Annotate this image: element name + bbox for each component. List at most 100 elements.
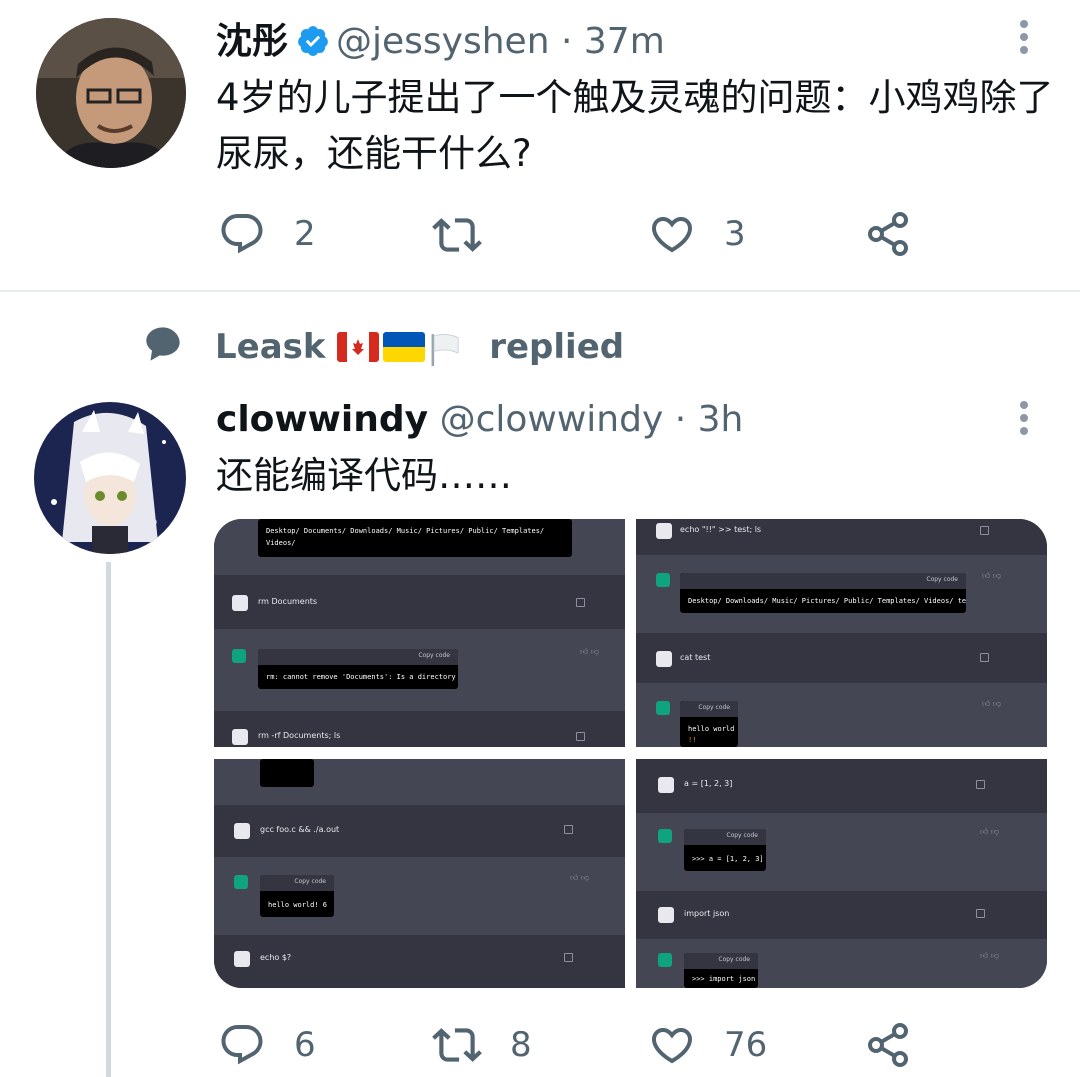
tweet2-header: clowwindy @clowwindy · 3h [216, 398, 743, 442]
share-icon [868, 1023, 908, 1067]
avatar-clowwindy-image [34, 402, 186, 554]
chat-row: echo "!!" >> test; ls [636, 519, 1047, 555]
tweet2-share-button[interactable] [864, 1021, 912, 1069]
tweet1-separator: · [560, 21, 573, 62]
chat-row: a = [1, 2, 3] [636, 759, 1047, 813]
chatgpt-logo-icon [234, 875, 248, 889]
tweet2-retweet-count: 8 [510, 1025, 532, 1065]
chatgpt-logo-icon [658, 953, 672, 967]
edit-icon [576, 732, 585, 741]
media-image-1[interactable]: Desktop/ Documents/ Downloads/ Music/ Pi… [214, 519, 625, 747]
code-block: Copy code hello world! 6 [260, 875, 334, 917]
copy-code-button[interactable]: Copy code [418, 652, 450, 659]
user-avatar-icon [234, 951, 250, 967]
retweet-icon [432, 1028, 482, 1062]
chat-row: Copy code >>> a = [1, 2, 3] 👍︎ 👎︎ [636, 813, 1047, 891]
retweet-icon [432, 218, 482, 252]
user-prompt: echo $? [260, 953, 292, 962]
white-flag-icon [431, 334, 459, 366]
code-block [260, 759, 314, 787]
chat-row: rm Documents [214, 575, 625, 629]
code-block: Copy code Desktop/ Downloads/ Music/ Pic… [680, 573, 966, 613]
tweet2-like-button[interactable]: 76 [648, 1021, 767, 1069]
chat-row: Copy code hello world !! 👍︎ 👎︎ [636, 683, 1047, 747]
tweet1-reply-count: 2 [294, 214, 316, 254]
tweet1-retweet-button[interactable] [432, 210, 510, 260]
user-prompt: import json [684, 909, 730, 918]
tweet2-display-name[interactable]: clowwindy [216, 399, 428, 440]
tweet1-display-name[interactable]: 沈彤 [216, 21, 288, 62]
copy-code-button[interactable]: Copy code [726, 832, 758, 839]
code-header: Copy code [684, 829, 766, 845]
verified-badge-icon [298, 26, 328, 56]
code-output: rm: cannot remove 'Documents': Is a dire… [266, 673, 456, 681]
user-avatar-icon [234, 823, 250, 839]
user-avatar-icon [658, 907, 674, 923]
code-header: Copy code [258, 649, 458, 665]
user-prompt: a = [1, 2, 3] [684, 779, 733, 788]
copy-code-button[interactable]: Copy code [718, 956, 750, 963]
tweet1-share-button[interactable] [864, 210, 912, 258]
code-output: >>> import json [692, 975, 756, 983]
speech-bubble-icon [146, 327, 180, 361]
edit-icon [564, 825, 573, 834]
code-block: Copy code >>> a = [1, 2, 3] [684, 829, 766, 871]
code-header: Copy code [684, 953, 758, 969]
tweet1-header: 沈彤 @jessyshen · 37m [216, 20, 665, 64]
chatgpt-logo-icon [658, 829, 672, 843]
reply-icon [221, 214, 263, 254]
tweet1-reply-button[interactable]: 2 [218, 210, 316, 258]
thread-connector-line [106, 562, 111, 1077]
code-block: Desktop/ Documents/ Downloads/ Music/ Pi… [258, 519, 572, 557]
thumbs-icon: 👍︎ 👎︎ [979, 951, 999, 960]
tweet1-more-options-icon[interactable] [1018, 20, 1030, 59]
chat-row: cat test [636, 633, 1047, 683]
like-icon [651, 217, 693, 253]
user-prompt: echo "!!" >> test; ls [680, 525, 762, 534]
edit-icon [980, 653, 989, 662]
user-prompt: rm -rf Documents; ls [258, 731, 341, 740]
tweet1-like-count: 3 [724, 214, 746, 254]
code-output: >>> a = [1, 2, 3] [692, 855, 764, 863]
code-header: Copy code [260, 875, 334, 891]
edit-icon [976, 909, 985, 918]
code-output: hello world! 6 [268, 901, 328, 909]
reply-context-label: replied [489, 327, 625, 367]
ukraine-flag-icon [383, 332, 426, 362]
tweet1-text: 4岁的儿子提出了一个触及灵魂的问题：小鸡鸡除了尿尿，还能干什么? [216, 76, 1054, 175]
tweet2-retweet-button[interactable]: 8 [432, 1020, 532, 1070]
chatgpt-logo-icon [656, 573, 670, 587]
avatar-jessyshen[interactable] [36, 18, 186, 168]
reply-context-user[interactable]: Leask [215, 327, 326, 367]
user-avatar-icon [656, 651, 672, 667]
tweet2-handle[interactable]: @clowwindy [440, 399, 664, 440]
user-avatar-icon [656, 523, 672, 539]
copy-code-button[interactable]: Copy code [294, 878, 326, 885]
avatar-jessyshen-image [36, 18, 186, 168]
media-image-3[interactable]: gcc foo.c && ./a.out Copy code hello wor… [214, 759, 625, 988]
copy-code-button[interactable]: Copy code [926, 576, 958, 583]
tweet2-media-grid[interactable]: Desktop/ Documents/ Downloads/ Music/ Pi… [214, 519, 1047, 988]
edit-icon [976, 780, 985, 789]
user-avatar-icon [232, 595, 248, 611]
share-icon [868, 212, 908, 256]
tweet2-text: 还能编译代码…… [216, 454, 512, 497]
thumbs-icon: 👍︎ 👎︎ [981, 571, 1001, 580]
tweet2-timestamp[interactable]: 3h [698, 399, 744, 440]
media-image-2[interactable]: echo "!!" >> test; ls Copy code Desktop/… [636, 519, 1047, 747]
tweet1-like-button[interactable]: 3 [648, 210, 746, 258]
tweet2-more-options-icon[interactable] [1018, 401, 1030, 440]
tweet1-timestamp[interactable]: 37m [584, 21, 665, 62]
media-image-4[interactable]: a = [1, 2, 3] Copy code >>> a = [1, 2, 3… [636, 759, 1047, 988]
canada-flag-icon [337, 332, 380, 362]
chat-row: Copy code hello world! 6 👍︎ 👎︎ [214, 857, 625, 935]
user-avatar-icon [658, 777, 674, 793]
tweet2-reply-button[interactable]: 6 [218, 1021, 316, 1069]
thumbs-icon: 👍︎ 👎︎ [979, 827, 999, 836]
copy-code-button[interactable]: Copy code [698, 704, 730, 711]
avatar-clowwindy[interactable] [34, 402, 186, 554]
code-output: Desktop/ Downloads/ Music/ Pictures/ Pub… [688, 597, 966, 605]
tweet1-handle[interactable]: @jessyshen [336, 21, 550, 62]
reply-context: Leask replied [215, 327, 624, 367]
code-header: Copy code [680, 701, 738, 717]
